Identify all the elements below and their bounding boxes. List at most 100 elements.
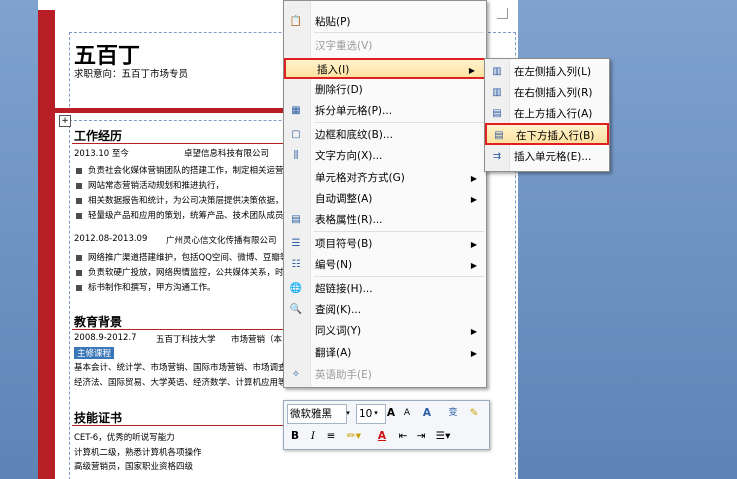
edu-date: 2008.9-2012.7: [74, 333, 137, 343]
insert-column-right-icon: ▥: [492, 87, 502, 98]
duty-item: 网站常态营销活动规划和推进执行，: [76, 179, 224, 191]
table-move-handle[interactable]: +: [59, 115, 71, 127]
left-red-bar: [38, 10, 55, 479]
submenu-item[interactable]: ▥ 在右侧插入列(R): [485, 82, 609, 104]
duty-text: 相关数据报告和统计，为公司决策层提供决策依据，: [88, 196, 284, 206]
bullet-list-icon[interactable]: ☰▾: [432, 427, 454, 445]
menu-item-label: 编号(N): [315, 259, 353, 271]
menu-item[interactable]: 插入(I) ▶: [284, 58, 486, 79]
page-corner-mark: [497, 8, 508, 19]
font-size-box[interactable]: 10: [356, 404, 386, 424]
menu-item[interactable]: 📋 粘贴(P): [284, 12, 486, 33]
table-properties-icon: ▤: [291, 214, 301, 225]
menu-item[interactable]: ▢ 边框和底纹(B)...: [284, 125, 486, 146]
insert-column-left-icon: ▥: [492, 66, 502, 77]
menu-item[interactable]: 单元格对齐方式(G) ▶: [284, 168, 486, 189]
menu-item-label: 汉字重选(V): [315, 40, 373, 52]
bullet-square-icon: [76, 212, 82, 219]
submenu-item-label: 在右侧插入列(R): [514, 87, 593, 99]
submenu-item-label: 在上方插入行(A): [514, 108, 593, 120]
menu-item[interactable]: ☷ 编号(N) ▶: [284, 255, 486, 276]
menu-item[interactable]: 自动调整(A) ▶: [284, 189, 486, 210]
menu-item-label: 拆分单元格(P)...: [315, 105, 393, 117]
job-intent: 求职意向：五百丁市场专员: [74, 69, 189, 80]
submenu-arrow-icon: ▶: [470, 195, 477, 204]
decrease-indent-icon[interactable]: ⇤: [396, 427, 410, 445]
submenu-arrow-icon: ▶: [470, 240, 477, 249]
submenu-item[interactable]: ▥ 在左侧插入列(L): [485, 61, 609, 83]
menu-item: 汉字重选(V): [284, 36, 486, 57]
bullet-square-icon: [76, 284, 82, 291]
submenu-item-label: 在左侧插入列(L): [514, 66, 592, 78]
menu-separator: [314, 122, 484, 123]
phonetic-guide-button[interactable]: 变: [444, 404, 462, 422]
duty-text: 负责软硬广投放，网络舆情监控，公共媒体关系，时间营销: [88, 268, 310, 278]
submenu-arrow-icon: ▶: [470, 349, 477, 358]
course-tag: 主修课程: [74, 347, 115, 359]
submenu-arrow-icon: ▶: [470, 327, 477, 336]
menu-item[interactable]: ⫼ 文字方向(X)...: [284, 146, 486, 167]
duty-item: 轻量级产品和应用的策划，统筹产品、技术团队成员实施: [76, 209, 301, 221]
submenu-item-label: 插入单元格(E)...: [514, 151, 592, 163]
font-color-button[interactable]: A: [372, 427, 392, 445]
submenu-arrow-icon: ▶: [468, 66, 475, 75]
insert-row-below-icon: ▤: [494, 130, 504, 141]
bullet-square-icon: [76, 167, 82, 174]
menu-item: ✧ 英语助手(E): [284, 365, 486, 386]
submenu-item[interactable]: ▤ 在下方插入行(B): [485, 123, 609, 145]
context-menu: 📋 粘贴(P) 汉字重选(V) 插入(I) ▶ 删除行(D) ▦ 拆分单元格(P)... ▢ 边框…: [283, 0, 487, 388]
bold-button[interactable]: B: [288, 427, 302, 445]
split-cells-icon: ▦: [291, 105, 301, 116]
menu-item[interactable]: 🔍 查阅(K)...: [284, 300, 486, 321]
menu-item-label: 粘贴(P): [315, 16, 351, 28]
cert-line: CET-6，优秀的听说写能力: [74, 433, 175, 443]
borders-icon: ▢: [291, 129, 301, 140]
course-line: 基本会计、统计学、市场营销、国际市场营销、市场调查与预: [74, 363, 304, 373]
menu-item[interactable]: 翻译(A) ▶: [284, 343, 486, 364]
font-name-box[interactable]: 微软雅黑: [287, 404, 347, 424]
menu-item-label: 边框和底纹(B)...: [315, 129, 393, 141]
submenu-item[interactable]: ⇉ 插入单元格(E)...: [485, 146, 609, 168]
menu-item[interactable]: 🌐 超链接(H)...: [284, 279, 486, 300]
menu-item-label: 查阅(K)...: [315, 304, 362, 316]
font-dropdown-arrow-icon[interactable]: ▾: [344, 404, 352, 422]
menu-item-label: 英语助手(E): [315, 369, 372, 381]
insert-row-above-icon: ▤: [492, 108, 502, 119]
menu-item[interactable]: ☰ 项目符号(B) ▶: [284, 234, 486, 255]
menu-item[interactable]: 同义词(Y) ▶: [284, 321, 486, 342]
menu-item[interactable]: ▦ 拆分单元格(P)...: [284, 101, 486, 122]
job1-date: 2013.10 至今: [74, 149, 129, 159]
duty-item: 负责软硬广投放，网络舆情监控，公共媒体关系，时间营销: [76, 266, 309, 278]
shrink-font-button[interactable]: A: [400, 404, 414, 422]
section-experience: 工作经历: [74, 129, 123, 143]
submenu-item-label: 在下方插入行(B): [516, 130, 595, 142]
menu-item-label: 翻译(A): [315, 347, 352, 359]
bullet-square-icon: [76, 254, 82, 261]
duty-text: 负责社会化媒体营销团队的搭建工作，制定相关运营策略: [88, 166, 301, 176]
bullet-square-icon: [76, 269, 82, 276]
research-icon: 🔍: [289, 304, 303, 315]
insert-cells-icon: ⇉: [492, 151, 502, 162]
menu-item-label: 删除行(D): [315, 84, 363, 96]
menu-item-label: 项目符号(B): [315, 238, 373, 250]
cert-line: 高级营销员，国家职业资格四级: [74, 462, 194, 472]
menu-item[interactable]: ▤ 表格属性(R)...: [284, 210, 486, 231]
menu-item-label: 自动调整(A): [315, 193, 373, 205]
center-align-icon[interactable]: ≡: [324, 427, 338, 445]
highlight-icon[interactable]: ✏▾: [342, 427, 366, 445]
insert-submenu: ▥ 在左侧插入列(L) ▥ 在右侧插入列(R) ▤ 在上方插入行(A) ▤ 在下方插入行(B)…: [484, 58, 610, 172]
menu-separator: [314, 32, 484, 33]
styles-button[interactable]: A: [418, 404, 436, 422]
duty-text: 网站常态营销活动规划和推进执行，: [88, 181, 225, 191]
menu-item[interactable]: 删除行(D): [284, 80, 486, 101]
mini-toolbar: 微软雅黑 ▾ 10 ▾ A A A 变 ✎ B I ≡ ✏▾ A ⇤ ⇥ ☰▾: [283, 400, 490, 450]
submenu-item[interactable]: ▤ 在上方插入行(A): [485, 103, 609, 125]
format-painter-icon[interactable]: ✎: [466, 404, 482, 422]
duty-text: 网络推广渠道搭建维护，包括QQ空间、微博、豆瓣等: [88, 253, 289, 263]
menu-item-label: 单元格对齐方式(G): [315, 172, 405, 184]
grow-font-button[interactable]: A: [384, 404, 398, 422]
italic-button[interactable]: I: [306, 427, 320, 445]
increase-indent-icon[interactable]: ⇥: [414, 427, 428, 445]
bullet-square-icon: [76, 182, 82, 189]
size-dropdown-arrow-icon[interactable]: ▾: [372, 404, 380, 422]
